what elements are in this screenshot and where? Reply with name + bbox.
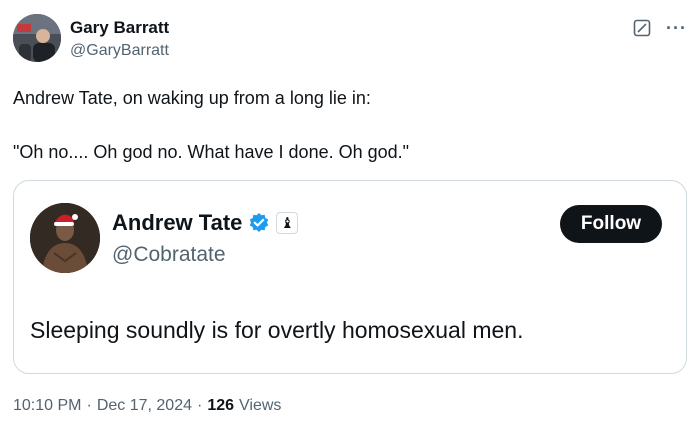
avatar-photo [13,14,61,62]
tweet-header: Gary Barratt @GaryBarratt ··· [13,14,687,64]
more-icon[interactable]: ··· [666,18,687,38]
tweet-text: Andrew Tate, on waking up from a long li… [13,86,687,164]
tweet-time[interactable]: 10:10 PM [13,396,81,416]
meta-separator: · [86,397,92,414]
verified-badge-icon [248,212,270,234]
quoted-author-info: Andrew Tate ♝ @Cobratate [112,209,299,268]
author-info: Gary Barratt @GaryBarratt [70,18,169,61]
follow-button[interactable]: Follow [560,205,662,243]
meta-separator: · [197,397,203,414]
author-name[interactable]: Gary Barratt [70,18,169,38]
quoted-author-handle[interactable]: @Cobratate [112,242,298,268]
quoted-author-name[interactable]: Andrew Tate [112,209,242,237]
views-count: 126 [207,397,235,414]
quoted-tweet-text: Sleeping soundly is for overtly homosexu… [30,317,524,343]
tweet-date[interactable]: Dec 17, 2024 [97,396,192,416]
quoted-author-avatar[interactable] [30,203,100,273]
quoted-avatar-photo [30,203,100,273]
author-avatar[interactable] [13,14,61,62]
quoted-tweet[interactable]: Andrew Tate ♝ @Cobratate Follow Sleeping… [13,180,687,374]
quoted-name-row: Andrew Tate ♝ [112,209,299,237]
views-label: Views [239,397,282,414]
tweet-meta: 10:10 PM · Dec 17, 2024 · 126 Views [13,396,281,416]
tweet-text-line: "Oh no.... Oh god no. What have I done. … [13,142,410,162]
top-actions: ··· [632,18,687,38]
author-handle[interactable]: @GaryBarratt [70,41,169,61]
affiliation-badge-icon[interactable]: ♝ [276,212,299,234]
tweet-text-line: Andrew Tate, on waking up from a long li… [13,88,371,108]
tweet-text-gap [13,110,687,140]
grok-icon[interactable] [632,18,652,38]
